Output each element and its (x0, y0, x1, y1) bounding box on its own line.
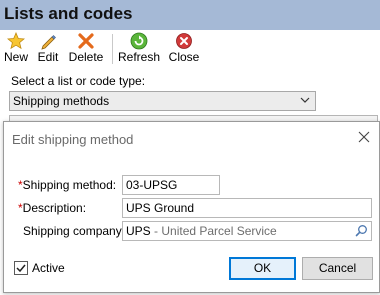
shipping-company-field[interactable]: UPS - United Parcel Service (122, 221, 372, 241)
active-checkbox[interactable] (14, 261, 28, 275)
toolbar-separator (112, 34, 113, 64)
refresh-button[interactable]: Refresh (118, 32, 160, 66)
ok-button[interactable]: OK (229, 257, 296, 280)
shipping-company-name: - United Parcel Service (150, 224, 277, 238)
pencil-icon (41, 35, 56, 50)
shipping-method-value: 03-UPSG (126, 178, 178, 192)
description-value: UPS Ground (126, 201, 195, 215)
app-title: Lists and codes (4, 4, 133, 23)
list-type-label: Select a list or code type: (11, 74, 146, 88)
magnifier-icon[interactable] (355, 224, 368, 237)
checkmark-icon (16, 264, 26, 273)
edit-shipping-method-dialog: Edit shipping method *Shipping method: 0… (3, 121, 380, 293)
dialog-title: Edit shipping method (12, 132, 134, 147)
list-type-select[interactable]: Shipping methods (9, 91, 316, 111)
edit-button[interactable]: Edit (36, 32, 60, 66)
toolbar: New Edit Delete Refresh Close (0, 30, 380, 68)
shipping-company-code: UPS (126, 224, 151, 238)
shipping-method-field[interactable]: 03-UPSG (122, 175, 220, 195)
chevron-down-icon (300, 97, 310, 103)
shipping-company-label: Shipping company: (23, 224, 126, 238)
description-label-text: Description: (22, 201, 87, 215)
cancel-button[interactable]: Cancel (302, 257, 373, 280)
new-button-label: New (3, 50, 28, 64)
close-button[interactable]: Close (168, 32, 200, 66)
description-field[interactable]: UPS Ground (122, 198, 372, 218)
active-label: Active (32, 261, 65, 275)
shipping-method-label-text: Shipping method: (22, 178, 117, 192)
delete-x-icon (78, 33, 94, 49)
delete-button[interactable]: Delete (67, 32, 105, 66)
list-type-value: Shipping methods (13, 94, 110, 108)
close-button-label: Close (168, 50, 200, 64)
refresh-icon (130, 32, 148, 50)
shipping-method-label: *Shipping method: (18, 178, 116, 192)
close-circle-icon (176, 33, 192, 49)
star-icon (7, 32, 25, 50)
description-label: *Description: (18, 201, 86, 215)
refresh-button-label: Refresh (117, 50, 161, 64)
new-button[interactable]: New (3, 32, 29, 66)
delete-button-label: Delete (68, 50, 104, 64)
dialog-close-icon[interactable] (358, 131, 370, 143)
shipping-company-value: UPS - United Parcel Service (126, 224, 277, 238)
app-titlebar: Lists and codes (0, 0, 380, 30)
edit-button-label: Edit (37, 50, 59, 64)
